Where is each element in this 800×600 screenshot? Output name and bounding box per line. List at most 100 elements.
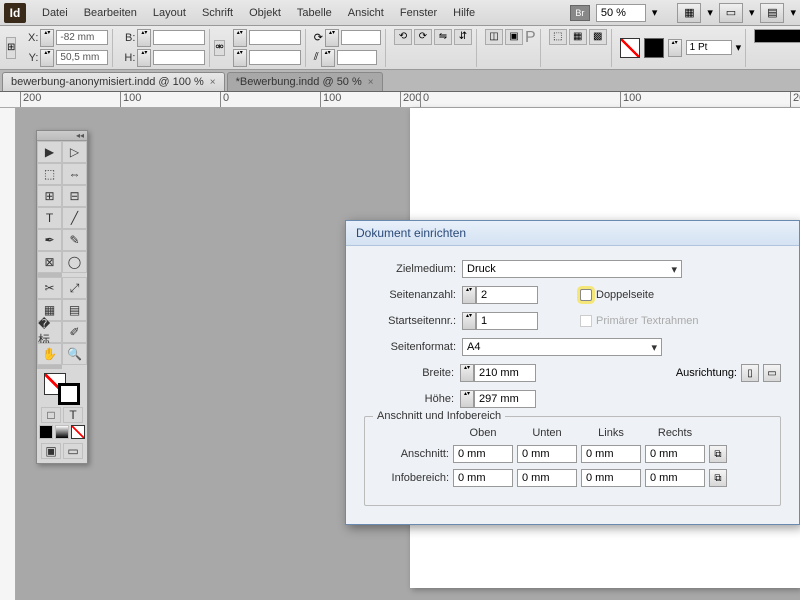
line-tool-icon[interactable]: ╱ (62, 207, 87, 229)
stroke-spinner[interactable]: ▴▾ (668, 39, 682, 57)
flip-v-icon[interactable]: ⇵ (454, 29, 472, 45)
wrap-icon-1[interactable]: ⬚ (549, 29, 567, 45)
view-mode-button[interactable]: ▦ (677, 3, 701, 23)
apply-none-icon[interactable] (71, 425, 85, 439)
slug-bottom-input[interactable] (517, 469, 577, 487)
type-tool-icon[interactable]: T (37, 207, 62, 229)
chevron-down-icon[interactable]: ▾ (736, 41, 742, 54)
rotate-input[interactable] (341, 30, 381, 45)
bleed-top-input[interactable] (453, 445, 513, 463)
wrap-icon-2[interactable]: ▦ (569, 29, 587, 45)
note-tool-icon[interactable]: �标 (37, 321, 62, 343)
bleed-left-input[interactable] (581, 445, 641, 463)
eyedropper-tool-icon[interactable]: ✐ (62, 321, 87, 343)
document-tab[interactable]: bewerbung-anonymisiert.indd @ 100 % × (2, 72, 225, 91)
free-transform-tool-icon[interactable]: ⤢ (62, 277, 87, 299)
selection-tool-icon[interactable]: ▶ (37, 141, 62, 163)
height-spinner[interactable]: ▴▾ (460, 390, 474, 408)
chevron-down-icon[interactable]: ▾ (707, 6, 713, 19)
page-tool-icon[interactable]: ⬚ (37, 163, 62, 185)
apply-color-icon[interactable] (39, 425, 53, 439)
x-spinner[interactable]: ▴▾ (40, 29, 54, 47)
document-tab-active[interactable]: *Bewerbung.indd @ 50 % × (227, 72, 383, 91)
pages-spinner[interactable]: ▴▾ (462, 286, 476, 304)
screen-mode-button[interactable]: ▭ (719, 3, 743, 23)
gap-tool-icon[interactable]: ⇔ (62, 163, 87, 185)
panel-collapse-icon[interactable]: ◂◂ (37, 131, 87, 141)
menu-layout[interactable]: Layout (145, 3, 194, 23)
slug-right-input[interactable] (645, 469, 705, 487)
pencil-tool-icon[interactable]: ✎ (62, 229, 87, 251)
menu-objekt[interactable]: Objekt (241, 3, 289, 23)
formatting-container-icon[interactable]: □ (41, 407, 61, 423)
select-container-icon[interactable]: ◫ (485, 29, 503, 45)
orientation-landscape-icon[interactable]: ▭ (763, 364, 781, 382)
scalex-input[interactable] (249, 30, 301, 45)
reference-point-icon[interactable]: ⊞ (6, 37, 16, 59)
rotate-spinner[interactable]: ▴▾ (325, 29, 339, 47)
zoom-field[interactable]: 50 % (596, 4, 646, 22)
chevron-down-icon[interactable]: ▾ (790, 6, 796, 19)
ellipse-tool-icon[interactable]: ◯ (62, 251, 87, 273)
stroke-color-icon[interactable] (58, 383, 80, 405)
menu-schrift[interactable]: Schrift (194, 3, 241, 23)
fill-swatch[interactable] (620, 38, 640, 58)
gradient-feather-tool-icon[interactable]: ▤ (62, 299, 87, 321)
normal-view-icon[interactable]: ▣ (41, 443, 61, 459)
tab-close-icon[interactable]: × (210, 77, 216, 88)
slug-left-input[interactable] (581, 469, 641, 487)
slug-link-icon[interactable]: ⧉ (709, 469, 727, 487)
scissors-tool-icon[interactable]: ✂ (37, 277, 62, 299)
facing-pages-checkbox[interactable]: Doppelseite (580, 289, 654, 301)
content-collector-icon[interactable]: ⊞ (37, 185, 62, 207)
scalex-spinner[interactable]: ▴▾ (233, 29, 247, 47)
pageformat-select[interactable]: A4 (462, 338, 662, 356)
scaley-input[interactable] (249, 50, 301, 65)
h-spinner[interactable]: ▴▾ (137, 49, 151, 67)
menu-datei[interactable]: Datei (34, 3, 76, 23)
x-input[interactable] (56, 30, 108, 45)
menu-ansicht[interactable]: Ansicht (340, 3, 392, 23)
chevron-down-icon[interactable]: ▾ (749, 6, 755, 19)
stroke-style-select[interactable] (754, 29, 800, 43)
wrap-icon-3[interactable]: ▩ (589, 29, 607, 45)
y-spinner[interactable]: ▴▾ (40, 49, 54, 67)
intent-select[interactable]: Druck (462, 260, 682, 278)
hand-tool-icon[interactable]: ✋ (37, 343, 62, 365)
select-content-icon[interactable]: ▣ (505, 29, 523, 45)
stroke-weight-input[interactable] (686, 40, 732, 55)
pen-tool-icon[interactable]: ✒ (37, 229, 62, 251)
menu-hilfe[interactable]: Hilfe (445, 3, 483, 23)
menu-tabelle[interactable]: Tabelle (289, 3, 340, 23)
arrange-button[interactable]: ▤ (760, 3, 784, 23)
orientation-portrait-icon[interactable]: ▯ (741, 364, 759, 382)
tab-close-icon[interactable]: × (368, 77, 374, 88)
bleed-link-icon[interactable]: ⧉ (709, 445, 727, 463)
formatting-text-icon[interactable]: T (63, 407, 83, 423)
width-input[interactable] (474, 364, 536, 382)
height-input[interactable] (474, 390, 536, 408)
rotate-ccw-icon[interactable]: ⟲ (394, 29, 412, 45)
shear-input[interactable] (337, 50, 377, 65)
bridge-icon[interactable]: Br (570, 5, 590, 21)
bleed-right-input[interactable] (645, 445, 705, 463)
flip-h-icon[interactable]: ⇋ (434, 29, 452, 45)
content-placer-icon[interactable]: ⊟ (62, 185, 87, 207)
w-input[interactable] (153, 30, 205, 45)
zoom-tool-icon[interactable]: 🔍 (62, 343, 87, 365)
slug-top-input[interactable] (453, 469, 513, 487)
preview-view-icon[interactable]: ▭ (63, 443, 83, 459)
stroke-swatch[interactable] (644, 38, 664, 58)
fill-stroke-proxy[interactable] (44, 373, 80, 405)
width-spinner[interactable]: ▴▾ (460, 364, 474, 382)
menu-bearbeiten[interactable]: Bearbeiten (76, 3, 145, 23)
h-input[interactable] (153, 50, 205, 65)
bleed-bottom-input[interactable] (517, 445, 577, 463)
menu-fenster[interactable]: Fenster (392, 3, 445, 23)
constrain-icon[interactable]: ⚮ (214, 40, 224, 56)
zoom-chevron-icon[interactable]: ▾ (652, 6, 658, 19)
start-input[interactable] (476, 312, 538, 330)
w-spinner[interactable]: ▴▾ (137, 29, 151, 47)
start-spinner[interactable]: ▴▾ (462, 312, 476, 330)
direct-selection-tool-icon[interactable]: ▷ (62, 141, 87, 163)
